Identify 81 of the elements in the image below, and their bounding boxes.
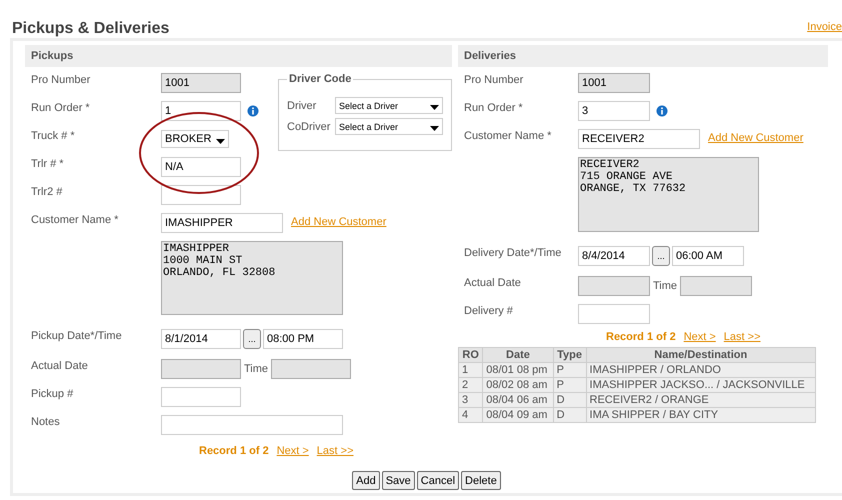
driver-select[interactable]: Select a Driver: [335, 118, 443, 135]
field-label: Pickup #: [30, 387, 74, 400]
field-label: Notes: [30, 415, 61, 428]
actual-time-field[interactable]: [680, 276, 752, 296]
input-field[interactable]: [161, 387, 241, 407]
field-label: Customer Name *: [463, 129, 552, 142]
field-label: Trlr # *: [30, 157, 65, 170]
table-cell: IMASHIPPER JACKSO... / JACKSONVILLE: [586, 378, 816, 392]
field-label: Truck # *: [30, 129, 76, 142]
column-header: Date: [482, 348, 554, 362]
table-cell: 08/02 08 am: [482, 378, 554, 392]
input-field[interactable]: 1001: [578, 73, 650, 93]
input-field[interactable]: 1001: [161, 73, 241, 93]
input-field[interactable]: 1: [161, 101, 241, 121]
record-counter: Record 1 of 2: [606, 331, 676, 343]
table-cell: 2: [458, 378, 483, 392]
field-label: Run Order *: [30, 101, 91, 114]
truck-select[interactable]: BROKER: [161, 130, 230, 148]
input-field[interactable]: IMASHIPPER: [161, 213, 283, 233]
group-title: Driver Code: [288, 73, 352, 85]
table-cell: P: [553, 378, 586, 392]
form-button[interactable]: Add: [352, 471, 380, 490]
actual-date-field[interactable]: [578, 276, 650, 296]
date-field[interactable]: 8/4/2014: [578, 246, 650, 266]
table-cell: 1: [458, 362, 483, 378]
field-label: Pro Number: [463, 73, 524, 86]
field-label: Pro Number: [30, 73, 92, 86]
input-field[interactable]: N/A: [161, 157, 241, 177]
column-header: RO: [458, 348, 483, 362]
field-label: Delivery Date*/Time: [463, 246, 562, 259]
driver-select[interactable]: Select a Driver: [335, 97, 443, 114]
field-label: Driver: [287, 100, 318, 112]
form-button[interactable]: Delete: [461, 471, 501, 490]
form-button[interactable]: Cancel: [416, 471, 460, 490]
field-label: Run Order *: [463, 101, 524, 114]
notes-field[interactable]: [161, 415, 343, 435]
table-cell: 08/01 08 pm: [482, 362, 554, 378]
date-field[interactable]: 8/1/2014: [161, 329, 241, 349]
dropdown-arrow-icon: [216, 138, 226, 144]
dropdown-arrow-icon: [430, 105, 439, 110]
input-field[interactable]: [578, 304, 650, 324]
time-field[interactable]: 06:00 AM: [672, 246, 744, 266]
input-field[interactable]: [161, 185, 241, 205]
help-icon[interactable]: [247, 105, 259, 117]
input-field[interactable]: 3: [578, 101, 650, 121]
date-picker-button[interactable]: ...: [652, 246, 670, 266]
table-cell: P: [553, 362, 586, 378]
actual-time-field[interactable]: [271, 359, 352, 379]
section-header: Deliveries: [458, 45, 828, 67]
table-cell: 08/04 09 am: [482, 408, 554, 422]
column-header: Type: [553, 348, 586, 362]
field-label: Pickup Date*/Time: [30, 329, 123, 342]
record-counter: Record 1 of 2: [199, 445, 269, 457]
table-cell: 08/04 06 am: [482, 392, 554, 408]
section-header: Pickups: [25, 45, 452, 67]
table-cell: RECEIVER2 / ORANGE: [586, 392, 816, 408]
table-cell: D: [553, 408, 586, 422]
address-textarea[interactable]: RECEIVER2 715 ORANGE AVE ORANGE, TX 77632: [578, 157, 759, 232]
actual-date-field[interactable]: [161, 359, 241, 379]
column-header: Name/Destination: [586, 348, 816, 362]
table-cell: D: [553, 392, 586, 408]
address-textarea[interactable]: IMASHIPPER 1000 MAIN ST ORLANDO, FL 32808: [161, 241, 343, 315]
page-title: Pickups & Deliveries: [12, 20, 170, 38]
field-label: Time: [243, 362, 270, 375]
table-cell: IMA SHIPPER / BAY CITY: [586, 408, 816, 422]
field-label: Customer Name *: [30, 213, 120, 226]
field-label: Actual Date: [30, 359, 89, 372]
form-button[interactable]: Save: [382, 471, 415, 490]
field-label: Time: [652, 279, 678, 292]
dropdown-arrow-icon: [430, 126, 439, 131]
field-label: CoDriver: [287, 120, 332, 132]
help-icon[interactable]: [656, 105, 668, 117]
field-label: Actual Date: [463, 276, 522, 289]
table-cell: 4: [458, 408, 483, 422]
field-label: Delivery #: [463, 304, 514, 317]
table-cell: IMASHIPPER / ORLANDO: [586, 362, 816, 378]
table-cell: 3: [458, 392, 483, 408]
date-picker-button[interactable]: ...: [243, 329, 261, 349]
field-label: Trlr2 #: [30, 185, 64, 198]
time-field[interactable]: 08:00 PM: [263, 329, 343, 349]
input-field[interactable]: RECEIVER2: [578, 129, 700, 149]
